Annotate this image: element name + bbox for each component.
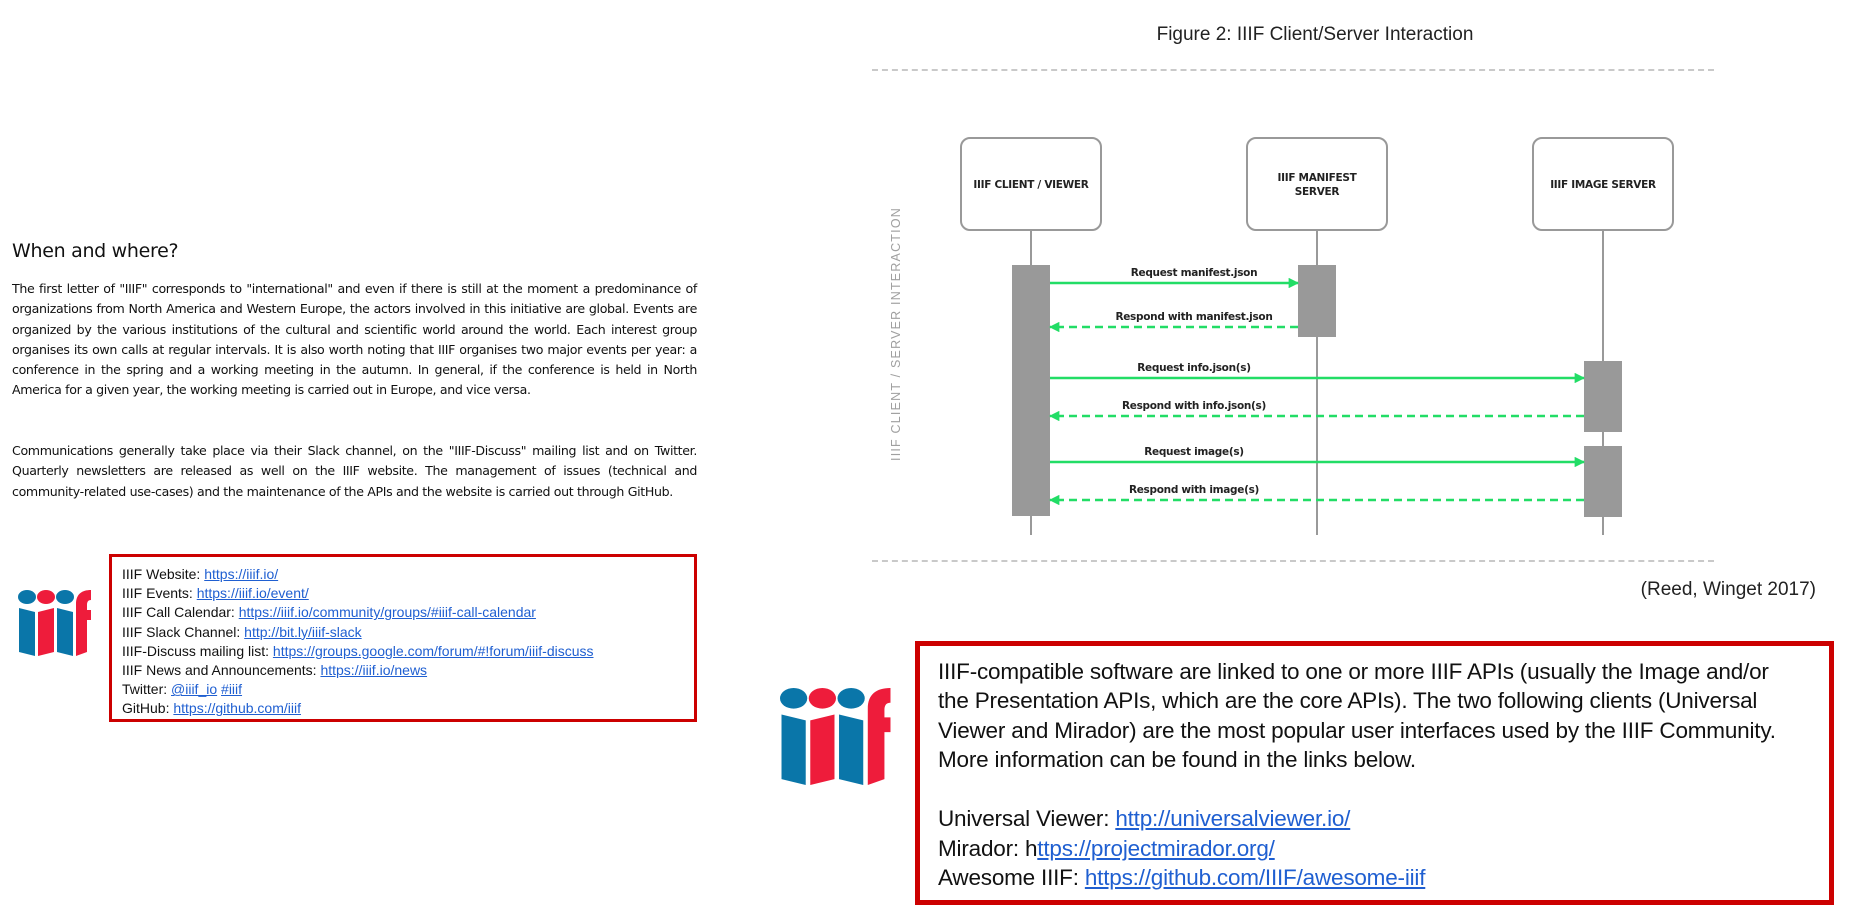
actor-label: IIIF IMAGE SERVER [1550, 179, 1656, 191]
iiif-logo-icon [780, 688, 891, 786]
link-universal-viewer: Universal Viewer: http://universalviewer… [938, 804, 1829, 834]
figure-citation: (Reed, Winget 2017) [1640, 579, 1816, 600]
actor-label: IIIF MANIFEST [1278, 172, 1358, 184]
actor-label: IIIF CLIENT / VIEWER [973, 179, 1088, 191]
message-label: Respond with info.json(s) [1122, 400, 1266, 412]
message-label: Request image(s) [1144, 446, 1244, 458]
activation-bar [1584, 361, 1622, 432]
description-line: Viewer and Mirador) are the most popular… [938, 717, 1776, 743]
message-label: Respond with image(s) [1129, 484, 1259, 496]
activation-bar [1584, 446, 1622, 517]
description-line: IIIF-compatible software are linked to o… [938, 659, 1769, 684]
message-label: Request manifest.json [1131, 267, 1258, 279]
activation-bar [1298, 265, 1336, 337]
description-line: More information can be found in the lin… [938, 747, 1416, 773]
clients-description: IIIF-compatible software are linked to o… [938, 657, 1829, 775]
description-line: the Presentation APIs, which are the cor… [938, 688, 1758, 714]
awesome-iiif-link[interactable]: https://github.com/IIIF/awesome-iiif [1085, 865, 1426, 890]
universal-viewer-link[interactable]: http://universalviewer.io/ [1115, 806, 1350, 831]
link-mirador: Mirador: https://projectmirador.org/ [938, 834, 1829, 864]
message-label: Respond with manifest.json [1115, 311, 1272, 323]
link-label: Universal Viewer: [938, 806, 1116, 832]
actor-label: SERVER [1295, 186, 1340, 198]
link-label: Awesome IIIF: [938, 865, 1085, 891]
message-label: Request info.json(s) [1137, 362, 1250, 374]
link-awesome-iiif: Awesome IIIF: https://github.com/IIIF/aw… [938, 863, 1829, 893]
clients-info-box: IIIF-compatible software are linked to o… [915, 641, 1834, 905]
actor-box [1246, 137, 1388, 231]
activation-bar [1012, 265, 1050, 516]
link-label: Mirador: h [938, 835, 1038, 861]
mirador-link[interactable]: ttps://projectmirador.org/ [1037, 836, 1275, 861]
